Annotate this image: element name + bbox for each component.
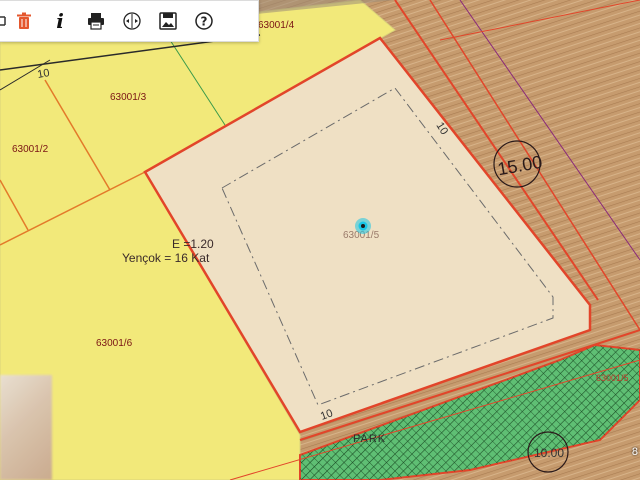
parcel-label-63001-2: 63001/2: [12, 144, 49, 155]
parcel-label-63001-3: 63001/3: [110, 92, 147, 103]
info-glyph: i: [56, 9, 64, 33]
trash-icon[interactable]: [7, 4, 41, 38]
park-label: PARK: [353, 433, 386, 445]
parcel-label-63001-6: 63001/6: [96, 338, 133, 349]
export-image-icon[interactable]: [151, 4, 185, 38]
dimension-label: 10: [36, 67, 50, 81]
parcel-label-63001-5-secondary: 63001/5: [596, 373, 629, 383]
help-icon[interactable]: ?: [187, 4, 221, 38]
cadastral-map[interactable]: 63001/4 63001/3 63001/2 63001/6 63001/5 …: [0, 0, 640, 480]
measure-icon[interactable]: [115, 4, 149, 38]
map-toolbar: i ?: [0, 0, 259, 42]
partial-left-icon[interactable]: [0, 4, 6, 38]
info-icon[interactable]: i: [43, 4, 77, 38]
print-icon[interactable]: [79, 4, 113, 38]
road-width-label: 10.00: [534, 446, 564, 460]
help-glyph: ?: [201, 15, 208, 29]
corner-indicator: 8: [631, 446, 638, 458]
parcel-label-63001-4: 63001/4: [258, 20, 295, 31]
blurred-thumbnail: [0, 375, 52, 480]
emsal-label: E =1.20: [172, 237, 214, 251]
height-label: Yençok = 16 Kat: [122, 251, 210, 265]
location-marker[interactable]: [355, 218, 371, 234]
